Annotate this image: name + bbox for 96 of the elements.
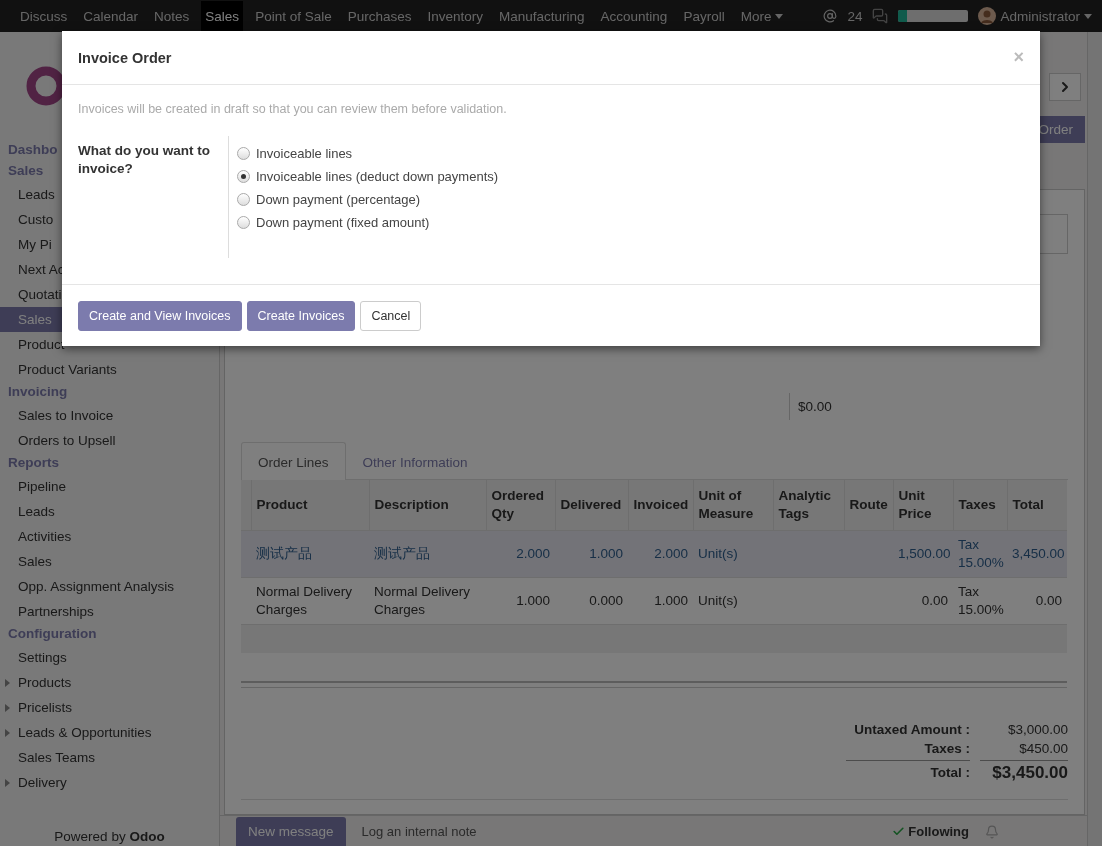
- table-cell: 0.000: [555, 577, 628, 624]
- table-cell: Normal Delivery Charges: [369, 577, 486, 624]
- table-cell: 1.000: [486, 577, 555, 624]
- menu-item[interactable]: Sales: [201, 1, 244, 31]
- column-header[interactable]: Analytic Tags: [773, 480, 844, 531]
- sidebar-item[interactable]: Sales: [0, 549, 219, 574]
- caret-icon: [775, 14, 784, 19]
- total-value: $450.00: [1018, 741, 1068, 756]
- check-icon: [892, 825, 906, 838]
- sidebar-item[interactable]: Delivery: [0, 770, 219, 795]
- table-cell: 0.00: [1007, 577, 1067, 624]
- sidebar-item[interactable]: Leads & Opportunities: [0, 720, 219, 745]
- log-note-link[interactable]: Log an internal note: [361, 824, 477, 846]
- table-cell: Unit(s): [693, 530, 773, 578]
- dialog-button[interactable]: Cancel: [360, 301, 422, 331]
- column-header[interactable]: Route: [844, 480, 893, 531]
- table-cell: 0.00: [893, 577, 953, 624]
- menu-item[interactable]: Calendar: [79, 1, 143, 31]
- sidebar-item[interactable]: Activities: [0, 524, 219, 549]
- radio-button[interactable]: [237, 215, 250, 229]
- menu-section-title[interactable]: Invoicing: [0, 382, 219, 403]
- avatar-icon: [978, 7, 997, 25]
- menu-item[interactable]: Manufacturing: [495, 1, 589, 31]
- sidebar-item[interactable]: Partnerships: [0, 599, 219, 624]
- notice-text: Invoices will be created in draft so that you can review them before validation.: [78, 102, 508, 116]
- user-menu[interactable]: Administrator: [978, 7, 1092, 25]
- sidebar-item[interactable]: Leads: [0, 499, 219, 524]
- table-cell: 测试产品: [369, 530, 486, 578]
- sidebar-item[interactable]: Sales to Invoice: [0, 403, 219, 428]
- sidebar-item[interactable]: Product Variants: [0, 357, 219, 382]
- menu-item[interactable]: Purchases: [343, 1, 416, 31]
- table-cell: Normal Delivery Charges: [251, 577, 369, 624]
- menu-section-title[interactable]: Reports: [0, 453, 219, 474]
- radio-option[interactable]: Down payment (fixed amount): [237, 213, 499, 231]
- powered-by-text: Powered by Odoo: [53, 828, 166, 846]
- total-label: Untaxed Amount :: [853, 722, 970, 737]
- table-cell: Tax 15.00%: [953, 577, 1007, 624]
- column-header[interactable]: Unit of Measure: [693, 480, 773, 531]
- table-cell: 2.000: [486, 530, 555, 578]
- menu-item[interactable]: Point of Sale: [251, 1, 336, 31]
- tab[interactable]: Other Information: [345, 442, 485, 480]
- table-cell: Unit(s): [693, 577, 773, 624]
- amount-value: $0.00: [798, 399, 832, 414]
- sidebar-item[interactable]: Products: [0, 670, 219, 695]
- field-label: What do you want to invoice?: [78, 136, 229, 258]
- at-sign-icon[interactable]: [823, 9, 838, 23]
- table-cell: 2.000: [628, 530, 693, 578]
- total-value: $3,450.00: [980, 760, 1068, 783]
- bell-icon[interactable]: [985, 825, 999, 839]
- column-header[interactable]: Unit Price: [893, 480, 953, 531]
- scrollbar[interactable]: [1087, 32, 1102, 846]
- dialog-button[interactable]: Create and View Invoices: [78, 301, 242, 331]
- table-cell: Tax 15.00%: [953, 530, 1007, 578]
- column-header[interactable]: Total: [1007, 480, 1067, 531]
- column-header[interactable]: Product: [251, 480, 369, 531]
- chat-icon[interactable]: [872, 8, 889, 24]
- mention-count: 24: [847, 8, 863, 24]
- column-header[interactable]: Invoiced: [628, 480, 693, 531]
- sidebar-item[interactable]: Sales Teams: [0, 745, 219, 770]
- radio-button[interactable]: [237, 146, 250, 160]
- following-button[interactable]: Following: [892, 824, 969, 846]
- dialog-title: Invoice Order: [78, 49, 172, 66]
- menu-item[interactable]: Inventory: [423, 1, 487, 31]
- sidebar-item[interactable]: Pipeline: [0, 474, 219, 499]
- radio-option[interactable]: Invoiceable lines (deduct down payments): [237, 167, 499, 185]
- radio-button[interactable]: [237, 192, 250, 206]
- menu-item[interactable]: Accounting: [596, 1, 672, 31]
- table-cell: 1,500.00: [893, 530, 953, 578]
- table-cell: 1.000: [628, 577, 693, 624]
- menu-item[interactable]: Discuss: [16, 1, 72, 31]
- sidebar-item[interactable]: Orders to Upsell: [0, 428, 219, 453]
- column-header[interactable]: Ordered Qty: [486, 480, 555, 531]
- sidebar-item[interactable]: Opp. Assignment Analysis: [0, 574, 219, 599]
- sidebar-item[interactable]: Pricelists: [0, 695, 219, 720]
- radio-button[interactable]: [237, 169, 250, 183]
- sidebar-item[interactable]: Settings: [0, 645, 219, 670]
- menu-item[interactable]: More: [736, 1, 788, 31]
- column-header[interactable]: Description: [369, 480, 486, 531]
- column-header[interactable]: Delivered: [555, 480, 628, 531]
- new-message-button[interactable]: New message: [236, 817, 346, 846]
- radio-option[interactable]: Down payment (percentage): [237, 190, 499, 208]
- tab[interactable]: Order Lines: [241, 442, 346, 480]
- menu-item[interactable]: Notes: [150, 1, 194, 31]
- menu-item[interactable]: Payroll: [679, 1, 729, 31]
- dialog-button[interactable]: Create Invoices: [246, 301, 356, 331]
- radio-option[interactable]: Invoiceable lines: [237, 144, 499, 162]
- caret-icon: [1084, 13, 1092, 19]
- table-cell: 测试产品: [251, 530, 369, 578]
- table-cell: 3,450.00: [1007, 530, 1067, 578]
- total-value: $3,000.00: [1006, 722, 1068, 737]
- total-label: Taxes :: [923, 741, 970, 756]
- total-label: Total :: [846, 760, 970, 783]
- column-header[interactable]: Taxes: [953, 480, 1007, 531]
- table-cell: 1.000: [555, 530, 628, 578]
- next-button[interactable]: [1049, 73, 1081, 101]
- menu-section-title[interactable]: Configuration: [0, 624, 219, 645]
